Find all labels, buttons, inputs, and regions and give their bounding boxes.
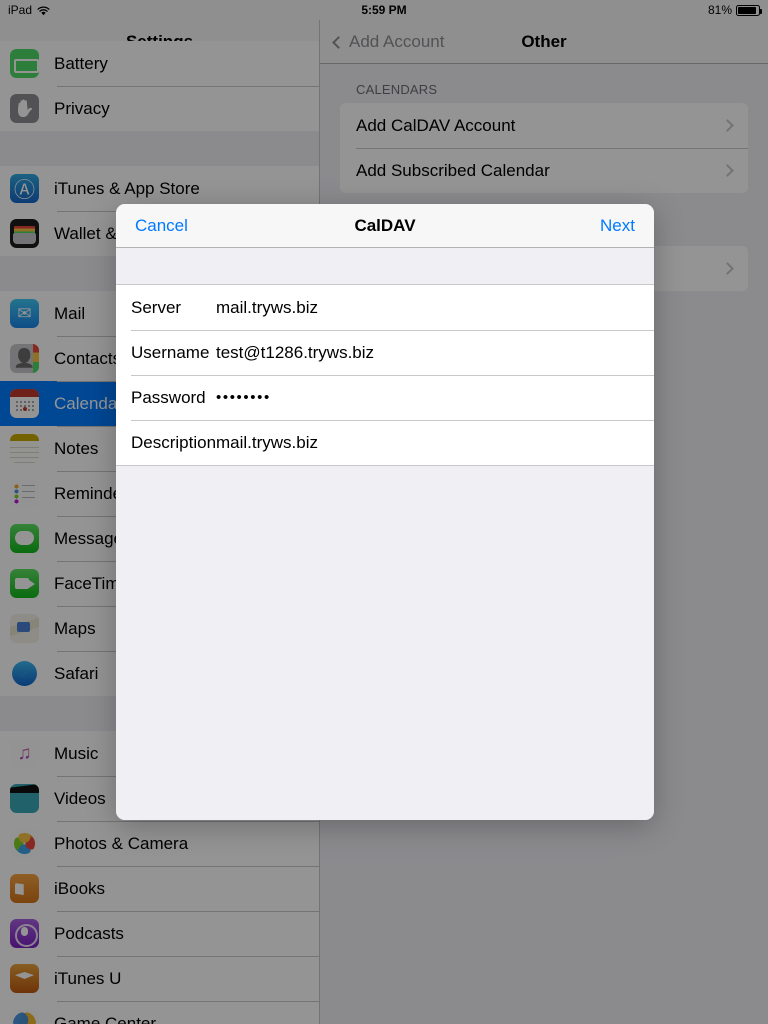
sidebar-item-itunes-u[interactable]: iTunes U [0, 956, 319, 1001]
field-row-server[interactable]: Server mail.tryws.biz [116, 285, 654, 330]
sidebar-item-label: iBooks [54, 878, 106, 898]
sidebar-item-label: iTunes U [54, 968, 122, 988]
modal-top-spacer [116, 248, 654, 284]
status-bar-clock: 5:59 PM [361, 3, 407, 17]
field-row-password[interactable]: Password •••••••• [116, 375, 654, 420]
music-icon [10, 739, 39, 768]
chevron-right-icon [721, 164, 734, 177]
detail-row-add-subscribed-calendar[interactable]: Add Subscribed Calendar [340, 148, 748, 193]
sidebar-item-label: Contacts [54, 348, 122, 368]
sidebar-group: Battery Privacy [0, 41, 319, 131]
battery-icon [736, 4, 762, 16]
maps-icon [10, 614, 39, 643]
videos-icon [10, 784, 39, 813]
reminders-bullets [14, 484, 19, 504]
sidebar-item-label: Maps [54, 618, 96, 638]
detail-row-label: Add Subscribed Calendar [356, 160, 550, 180]
chevron-right-icon [721, 262, 734, 275]
ibooks-icon [10, 874, 39, 903]
caldav-account-modal: Cancel CalDAV Next Server mail.tryws.biz U… [116, 204, 654, 820]
mail-icon [10, 299, 39, 328]
facetime-icon [10, 569, 39, 598]
field-input-username[interactable]: test@t1286.tryws.biz [216, 343, 374, 363]
sidebar-item-label: Videos [54, 788, 106, 808]
sidebar-item-label: iTunes & App Store [54, 178, 200, 198]
sidebar-item-label: Podcasts [54, 923, 124, 943]
safari-icon [10, 659, 39, 688]
battery-app-icon [10, 49, 39, 78]
sidebar-item-label: Mail [54, 303, 86, 323]
ipad-settings-screen: iPad 5:59 PM 81% Settings [0, 0, 768, 1024]
status-bar: iPad 5:59 PM 81% [0, 0, 768, 20]
calendar-day-dot [23, 407, 27, 411]
sidebar-item-battery[interactable]: Battery [0, 41, 319, 86]
reminders-lines [22, 485, 35, 503]
sidebar-item-photos-camera[interactable]: Photos & Camera [0, 821, 319, 866]
app-store-icon [10, 174, 39, 203]
detail-navbar: Add Account Other [320, 20, 768, 64]
field-label-password: Password [131, 387, 206, 407]
detail-card: Add CalDAV Account Add Subscribed Calenda… [340, 103, 748, 193]
field-row-username[interactable]: Username test@t1286.tryws.biz [116, 330, 654, 375]
sidebar-item-label: Notes [54, 438, 99, 458]
field-row-description[interactable]: Description mail.tryws.biz [116, 420, 654, 465]
sidebar-item-label: Calendar [54, 393, 123, 413]
reminders-icon [10, 479, 39, 508]
podcasts-icon [10, 919, 39, 948]
battery-percent-label: 81% [707, 3, 732, 17]
sidebar-item-label: Privacy [54, 98, 110, 118]
sidebar-item-label: Safari [54, 663, 99, 683]
modal-body: Server mail.tryws.biz Username test@t1286.t… [116, 248, 654, 820]
sidebar-item-game-center[interactable]: Game Center [0, 1001, 319, 1024]
caldav-form-fields[interactable]: Server mail.tryws.biz Username test@t1286.t… [116, 284, 654, 466]
field-input-server[interactable]: mail.tryws.biz [216, 298, 318, 318]
next-button[interactable]: Next [600, 204, 635, 248]
sidebar-item-label: Music [54, 743, 99, 763]
field-label-server: Server [131, 297, 182, 317]
field-label-description: Description [131, 432, 217, 452]
field-label-username: Username [131, 342, 210, 362]
calendar-icon [10, 389, 39, 418]
chevron-right-icon [721, 119, 734, 132]
itunes-u-icon [10, 964, 39, 993]
privacy-hand-icon [10, 94, 39, 123]
sidebar-group-gap [0, 131, 319, 166]
sidebar-item-label: Game Center [54, 1013, 157, 1024]
modal-title: CalDAV [354, 216, 416, 235]
detail-row-add-caldav-account[interactable]: Add CalDAV Account [340, 103, 748, 148]
game-center-icon [10, 1009, 39, 1024]
notes-icon [10, 434, 39, 463]
wallet-icon [10, 219, 39, 248]
detail-row-label: Add CalDAV Account [356, 115, 516, 135]
status-bar-right: 81% [707, 3, 762, 17]
battery-fill [738, 6, 756, 14]
sidebar-item-ibooks[interactable]: iBooks [0, 866, 319, 911]
modal-navbar: Cancel CalDAV Next [116, 204, 654, 248]
sidebar-item-privacy[interactable]: Privacy [0, 86, 319, 131]
detail-title: Other [521, 32, 567, 51]
sidebar-item-label: Battery [54, 53, 108, 73]
detail-section-header: CALENDARS [356, 82, 438, 97]
field-input-description[interactable]: mail.tryws.biz [216, 433, 318, 453]
contacts-icon [10, 344, 39, 373]
messages-icon [10, 524, 39, 553]
photos-icon [10, 829, 39, 858]
field-input-password[interactable]: •••••••• [216, 389, 271, 406]
modal-bottom-filler [116, 466, 654, 820]
sidebar-item-podcasts[interactable]: Podcasts [0, 911, 319, 956]
sidebar-item-label: Photos & Camera [54, 833, 189, 853]
